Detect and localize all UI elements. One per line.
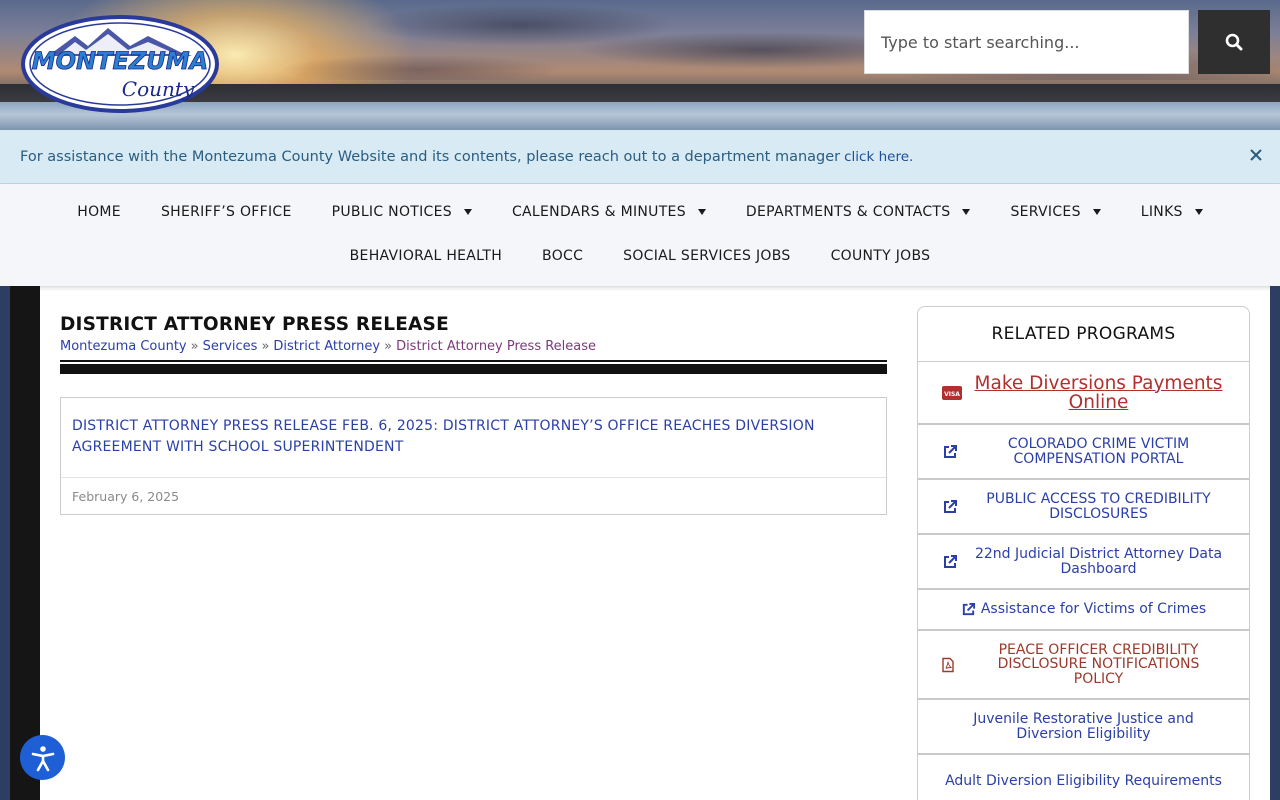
program-label: Adult Diversion Eligibility Requirements [945,773,1222,790]
search-icon [1225,33,1243,51]
caret-down-icon [697,209,706,215]
program-adult-diversion[interactable]: Adult Diversion Eligibility Requirements [918,755,1249,800]
breadcrumb-link-services[interactable]: Services [203,339,258,354]
county-logo[interactable]: MONTEZUMA County [20,14,220,114]
related-programs-heading: RELATED PROGRAMS [918,307,1249,362]
svg-text:VISA: VISA [944,391,960,398]
nav-item-departments-contacts[interactable]: DEPARTMENTS & CONTACTS [726,184,991,240]
breadcrumb-separator: » [384,339,393,354]
related-programs-panel: RELATED PROGRAMS VISA Make Diversions Pa… [917,306,1250,800]
breadcrumb-link-montezuma-county[interactable]: Montezuma County [60,339,187,354]
caret-down-icon [1194,209,1203,215]
program-label: PEACE OFFICER CREDIBILITY DISCLOSURE NOT… [997,641,1200,687]
article-date-text: February 6, 2025 [72,489,180,504]
search-input[interactable] [881,11,1188,73]
pdf-file-icon [942,657,954,672]
external-link-icon [962,602,975,616]
nav-row-secondary: BEHAVIORAL HEALTH BOCC SOCIAL SERVICES J… [0,240,1280,286]
article-card: DISTRICT ATTORNEY PRESS RELEASE FEB. 6, … [60,397,887,515]
notice-text: For assistance with the Montezuma County… [20,148,841,165]
page-title: DISTRICT ATTORNEY PRESS RELEASE [60,314,449,335]
program-victims-assistance[interactable]: Assistance for Victims of Crimes [918,590,1249,631]
program-label: Make Diversions Payments Online [974,372,1223,413]
notice-link[interactable]: click here. [844,149,913,165]
breadcrumb-link-district-attorney[interactable]: District Attorney [273,339,380,354]
breadcrumb: Montezuma County» Services» District Attor… [60,339,596,354]
article-title-link[interactable]: DISTRICT ATTORNEY PRESS RELEASE FEB. 6, … [72,416,862,458]
nav-item-links[interactable]: LINKS [1121,184,1223,240]
nav-item-public-notices[interactable]: PUBLIC NOTICES [312,184,492,240]
breadcrumb-current: District Attorney Press Release [396,339,597,354]
nav-item-sheriffs-office[interactable]: SHERIFF’S OFFICE [141,184,312,240]
accessibility-button[interactable] [20,735,65,780]
article-date: February 6, 2025 [61,477,886,515]
program-label: PUBLIC ACCESS TO CREDIBILITY DISCLOSURES [986,491,1211,522]
program-da-data-dashboard[interactable]: 22nd Judicial District Attorney Data Das… [918,535,1249,590]
main-navigation: HOME SHERIFF’S OFFICE PUBLIC NOTICES CAL… [0,184,1280,286]
program-label: Assistance for Victims of Crimes [980,601,1207,618]
close-icon[interactable] [1246,145,1266,165]
program-diversion-payments[interactable]: VISA Make Diversions Payments Online [918,362,1249,425]
assistance-notice: For assistance with the Montezuma County… [0,130,1280,184]
program-juvenile-diversion[interactable]: Juvenile Restorative Justice and Diversi… [918,700,1249,755]
caret-down-icon [1092,209,1101,215]
nav-item-county-jobs[interactable]: COUNTY JOBS [811,240,951,286]
program-label: 22nd Judicial District Attorney Data Das… [974,546,1223,577]
caret-down-icon [463,209,472,215]
right-side-strip [1270,286,1280,800]
nav-row-primary: HOME SHERIFF’S OFFICE PUBLIC NOTICES CAL… [0,184,1280,240]
breadcrumb-separator: » [190,339,199,354]
nav-item-bocc[interactable]: BOCC [522,240,603,286]
nav-item-social-services-jobs[interactable]: SOCIAL SERVICES JOBS [603,240,810,286]
visa-card-icon: VISA [942,385,962,400]
external-link-icon [944,499,957,513]
caret-down-icon [962,209,971,215]
search-box [864,10,1189,74]
search-button[interactable] [1198,10,1270,74]
program-crime-victim-portal[interactable]: COLORADO CRIME VICTIM COMPENSATION PORTA… [918,425,1249,480]
accessibility-icon [31,745,54,771]
external-link-icon [944,554,957,568]
external-link-icon [944,444,957,458]
svg-text:County: County [122,77,195,101]
nav-item-calendars-minutes[interactable]: CALENDARS & MINUTES [492,184,726,240]
title-divider-bar [60,360,887,374]
nav-item-home[interactable]: HOME [57,184,141,240]
svg-text:MONTEZUMA: MONTEZUMA [32,47,208,75]
left-side-strip [0,286,40,800]
program-credibility-disclosures[interactable]: PUBLIC ACCESS TO CREDIBILITY DISCLOSURES [918,480,1249,535]
program-label: Juvenile Restorative Justice and Diversi… [973,711,1194,742]
nav-item-behavioral-health[interactable]: BEHAVIORAL HEALTH [330,240,522,286]
breadcrumb-separator: » [261,339,270,354]
nav-item-services[interactable]: SERVICES [990,184,1120,240]
header-banner: MONTEZUMA County [0,0,1280,130]
program-peace-officer-policy[interactable]: PEACE OFFICER CREDIBILITY DISCLOSURE NOT… [918,631,1249,700]
program-label: COLORADO CRIME VICTIM COMPENSATION PORTA… [1007,436,1190,467]
